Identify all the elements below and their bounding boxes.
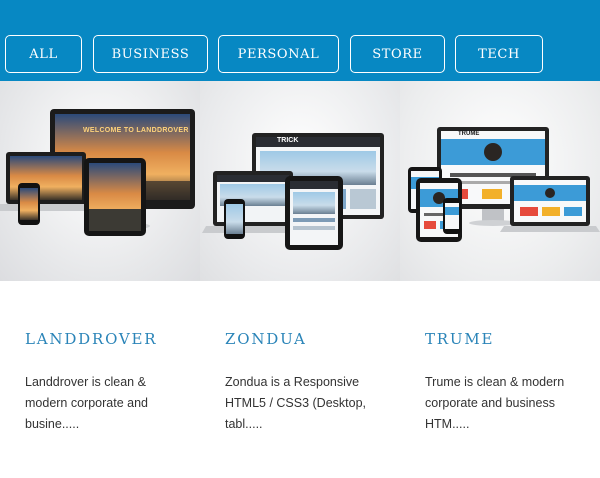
filter-bar: ALL BUSINESS PERSONAL STORE TECH — [0, 0, 600, 81]
filter-store-button[interactable]: STORE — [350, 35, 445, 73]
trume-devices-image — [408, 127, 600, 242]
trume-title[interactable]: TRUME — [425, 330, 494, 348]
zondua-description: Zondua is a Responsive HTML5 / CSS3 (Des… — [225, 375, 367, 431]
zondua-devices-image — [202, 133, 384, 250]
landdrover-devices-image — [0, 109, 195, 236]
filter-all-button[interactable]: ALL — [5, 35, 82, 73]
filter-personal-button[interactable]: PERSONAL — [218, 35, 339, 73]
trume-thumbnail[interactable]: TRUME — [400, 81, 600, 281]
zondua-title[interactable]: ZONDUA — [225, 330, 307, 348]
filter-tech-button[interactable]: TECH — [455, 35, 543, 73]
zondua-screen-logo: TRICK — [277, 137, 299, 144]
theme-thumbnails: TRICK TRUME WELCOME TO LANDDROVER — [0, 81, 600, 281]
landdrover-screen-heading: WELCOME TO LANDDROVER — [83, 127, 189, 134]
trume-screen-logo: TRUME — [458, 131, 480, 137]
trume-description: Trume is clean & modern corporate and bu… — [425, 375, 565, 431]
landdrover-description: Landdrover is clean & modern corporate a… — [25, 375, 148, 431]
landdrover-title[interactable]: LANDDROVER — [25, 330, 157, 348]
zondua-thumbnail[interactable]: TRICK — [200, 81, 400, 281]
filter-business-button[interactable]: BUSINESS — [93, 35, 208, 73]
landdrover-thumbnail[interactable] — [0, 81, 200, 281]
